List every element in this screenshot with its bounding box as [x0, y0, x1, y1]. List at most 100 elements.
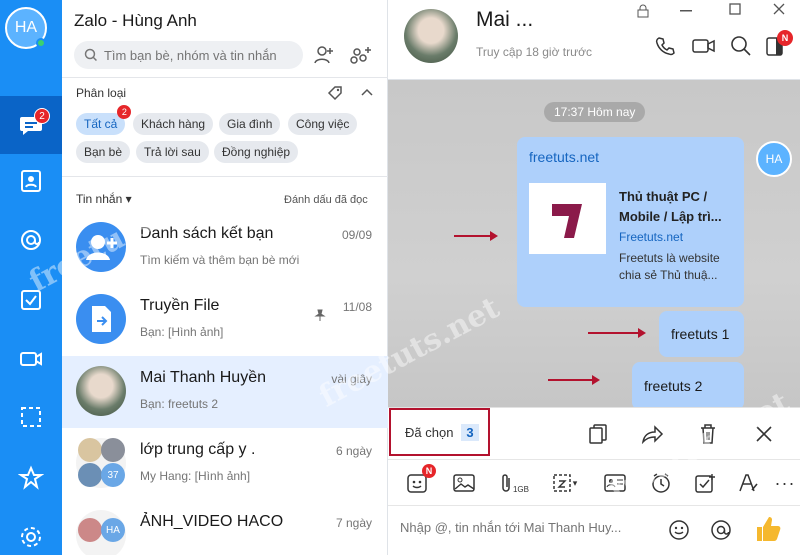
reminder-button[interactable]	[646, 468, 676, 498]
group-avatar: HA	[76, 510, 126, 555]
conversation-preview: Tìm kiếm và thêm bạn bè mới	[140, 253, 300, 267]
search-input[interactable]	[103, 47, 303, 63]
conversation-panel: Zalo - Hùng Anh Phân loại Tất cả2 Khách …	[62, 0, 388, 555]
message-bubble[interactable]: freetuts 1	[659, 311, 744, 357]
create-group-button[interactable]	[346, 40, 376, 70]
add-user-icon	[86, 235, 117, 260]
thumbs-up-icon[interactable]	[754, 514, 782, 544]
chevron-down-icon: ▾	[125, 192, 132, 206]
nav-screenshot[interactable]	[0, 388, 62, 446]
more-tools-button[interactable]: ···	[772, 468, 798, 498]
conversation-time: vài giây	[331, 372, 372, 386]
chip-friends[interactable]: Bạn bè	[76, 141, 131, 163]
text-format-button[interactable]	[733, 468, 763, 498]
zalo-window: HA 2 Zalo - Hùng Anh Tìm bạn bè, nhóm và…	[0, 0, 800, 555]
chip-reply-later[interactable]: Trả lời sau	[136, 141, 209, 163]
collapse-categories-button[interactable]	[352, 78, 382, 108]
composer	[388, 505, 800, 555]
chip-work[interactable]: Công việc	[288, 113, 358, 135]
nav-favorites[interactable]	[0, 449, 62, 507]
message-text: freetuts 1	[671, 326, 730, 342]
at-sign-icon	[21, 230, 41, 250]
attach-file-button[interactable]: 1GB	[494, 468, 534, 498]
chip-label: Gia đình	[227, 117, 273, 131]
composer-toolbar: N 1GB ▾ ···	[388, 459, 800, 505]
maximize-icon[interactable]	[729, 3, 741, 15]
conversation-name: Mai Thanh Huyền	[140, 369, 266, 386]
contact-name[interactable]: Mai ...	[476, 8, 533, 32]
link-url[interactable]: freetuts.net	[529, 149, 732, 165]
mention-icon[interactable]	[710, 519, 732, 541]
contact-card-icon	[604, 474, 626, 492]
conversation-time: 09/09	[341, 228, 372, 242]
checkbox-icon	[21, 290, 41, 310]
image-button[interactable]	[449, 468, 479, 498]
message-bubble[interactable]: freetuts 2	[632, 362, 744, 407]
screen-capture-icon	[21, 407, 41, 427]
link-preview-message[interactable]: freetuts.net Thủ thuật PC / Mobile / Lập…	[517, 137, 744, 307]
nav-settings[interactable]	[0, 508, 62, 555]
member-avatar	[78, 438, 102, 462]
conversation-preview: Bạn: freetuts 2	[140, 397, 219, 411]
paperclip-icon	[502, 474, 510, 492]
annotation-arrow	[454, 231, 498, 241]
video-call-icon[interactable]	[691, 35, 717, 57]
gear-icon	[21, 527, 41, 547]
conversation-time: 6 ngày	[335, 444, 372, 458]
info-badge: N	[777, 30, 793, 46]
search-icon[interactable]	[730, 35, 752, 57]
selection-bar: Đã chọn 3	[388, 407, 800, 459]
conversation-name: Truyền File	[140, 297, 220, 314]
messages-badge: 2	[34, 108, 50, 124]
conversation-item[interactable]: Danh sách kết bạn Tìm kiếm và thêm bạn b…	[62, 212, 388, 284]
contact-card-button[interactable]	[600, 468, 630, 498]
delete-button[interactable]	[694, 420, 722, 448]
search-box[interactable]	[74, 41, 303, 69]
cancel-selection-button[interactable]	[750, 420, 778, 448]
tag-settings-button[interactable]	[320, 78, 350, 108]
contacts-icon	[21, 170, 41, 192]
conversation-item-active[interactable]: Mai Thanh Huyền Bạn: freetuts 2 vài giây	[62, 356, 388, 428]
contact-avatar[interactable]	[404, 9, 458, 63]
member-avatar	[78, 518, 102, 542]
messages-filter[interactable]: Tin nhắn ▾	[76, 192, 132, 206]
selected-count-box: Đã chọn 3	[389, 408, 490, 456]
forward-button[interactable]	[639, 420, 667, 448]
conversation-item[interactable]: Truyền File Bạn: [Hình ảnh] 11/08	[62, 284, 388, 356]
copy-icon	[589, 424, 607, 444]
nav-contacts[interactable]	[0, 152, 62, 210]
friend-list-avatar	[76, 222, 126, 272]
add-friend-button[interactable]	[309, 40, 339, 70]
message-area: 17:37 Hôm nay freetuts.net Thủ thuật PC …	[388, 80, 800, 407]
contact-avatar	[76, 366, 126, 416]
chip-badge: 2	[117, 105, 132, 119]
task-button[interactable]	[690, 468, 720, 498]
nav-mentions[interactable]	[0, 211, 62, 269]
member-avatar	[101, 438, 125, 462]
copy-button[interactable]	[584, 420, 612, 448]
mark-read-link[interactable]: Đánh dấu đã đọc	[284, 194, 368, 206]
message-input[interactable]	[400, 520, 650, 535]
close-window-icon[interactable]	[773, 3, 785, 15]
annotation-arrow	[548, 375, 600, 385]
add-person-icon	[314, 46, 333, 64]
chip-all[interactable]: Tất cả 2	[76, 105, 132, 135]
nav-video-call[interactable]	[0, 330, 62, 388]
chip-colleagues[interactable]: Đồng nghiệp	[214, 141, 299, 163]
group-avatar: 37	[76, 438, 126, 488]
screenshot-button[interactable]: ▾	[544, 468, 584, 498]
chip-label: Tất cả	[84, 117, 118, 131]
image-icon	[453, 474, 475, 492]
conversation-item[interactable]: HA ẢNH_VIDEO HACO 7 ngày	[62, 500, 388, 555]
conversation-item[interactable]: 37 lớp trung cấp y . My Hang: [Hình ảnh]…	[62, 428, 388, 500]
chip-customers[interactable]: Khách hàng	[133, 113, 214, 135]
clock-icon	[652, 473, 670, 493]
emoji-icon[interactable]	[668, 519, 690, 541]
nav-messages[interactable]: 2	[0, 96, 62, 154]
nav-todo[interactable]	[0, 271, 62, 329]
phone-icon[interactable]	[654, 35, 676, 57]
lock-icon[interactable]	[636, 4, 650, 18]
sticker-button[interactable]: N	[402, 464, 436, 498]
minimize-icon[interactable]	[680, 10, 692, 12]
chip-family[interactable]: Gia đình	[219, 113, 281, 135]
